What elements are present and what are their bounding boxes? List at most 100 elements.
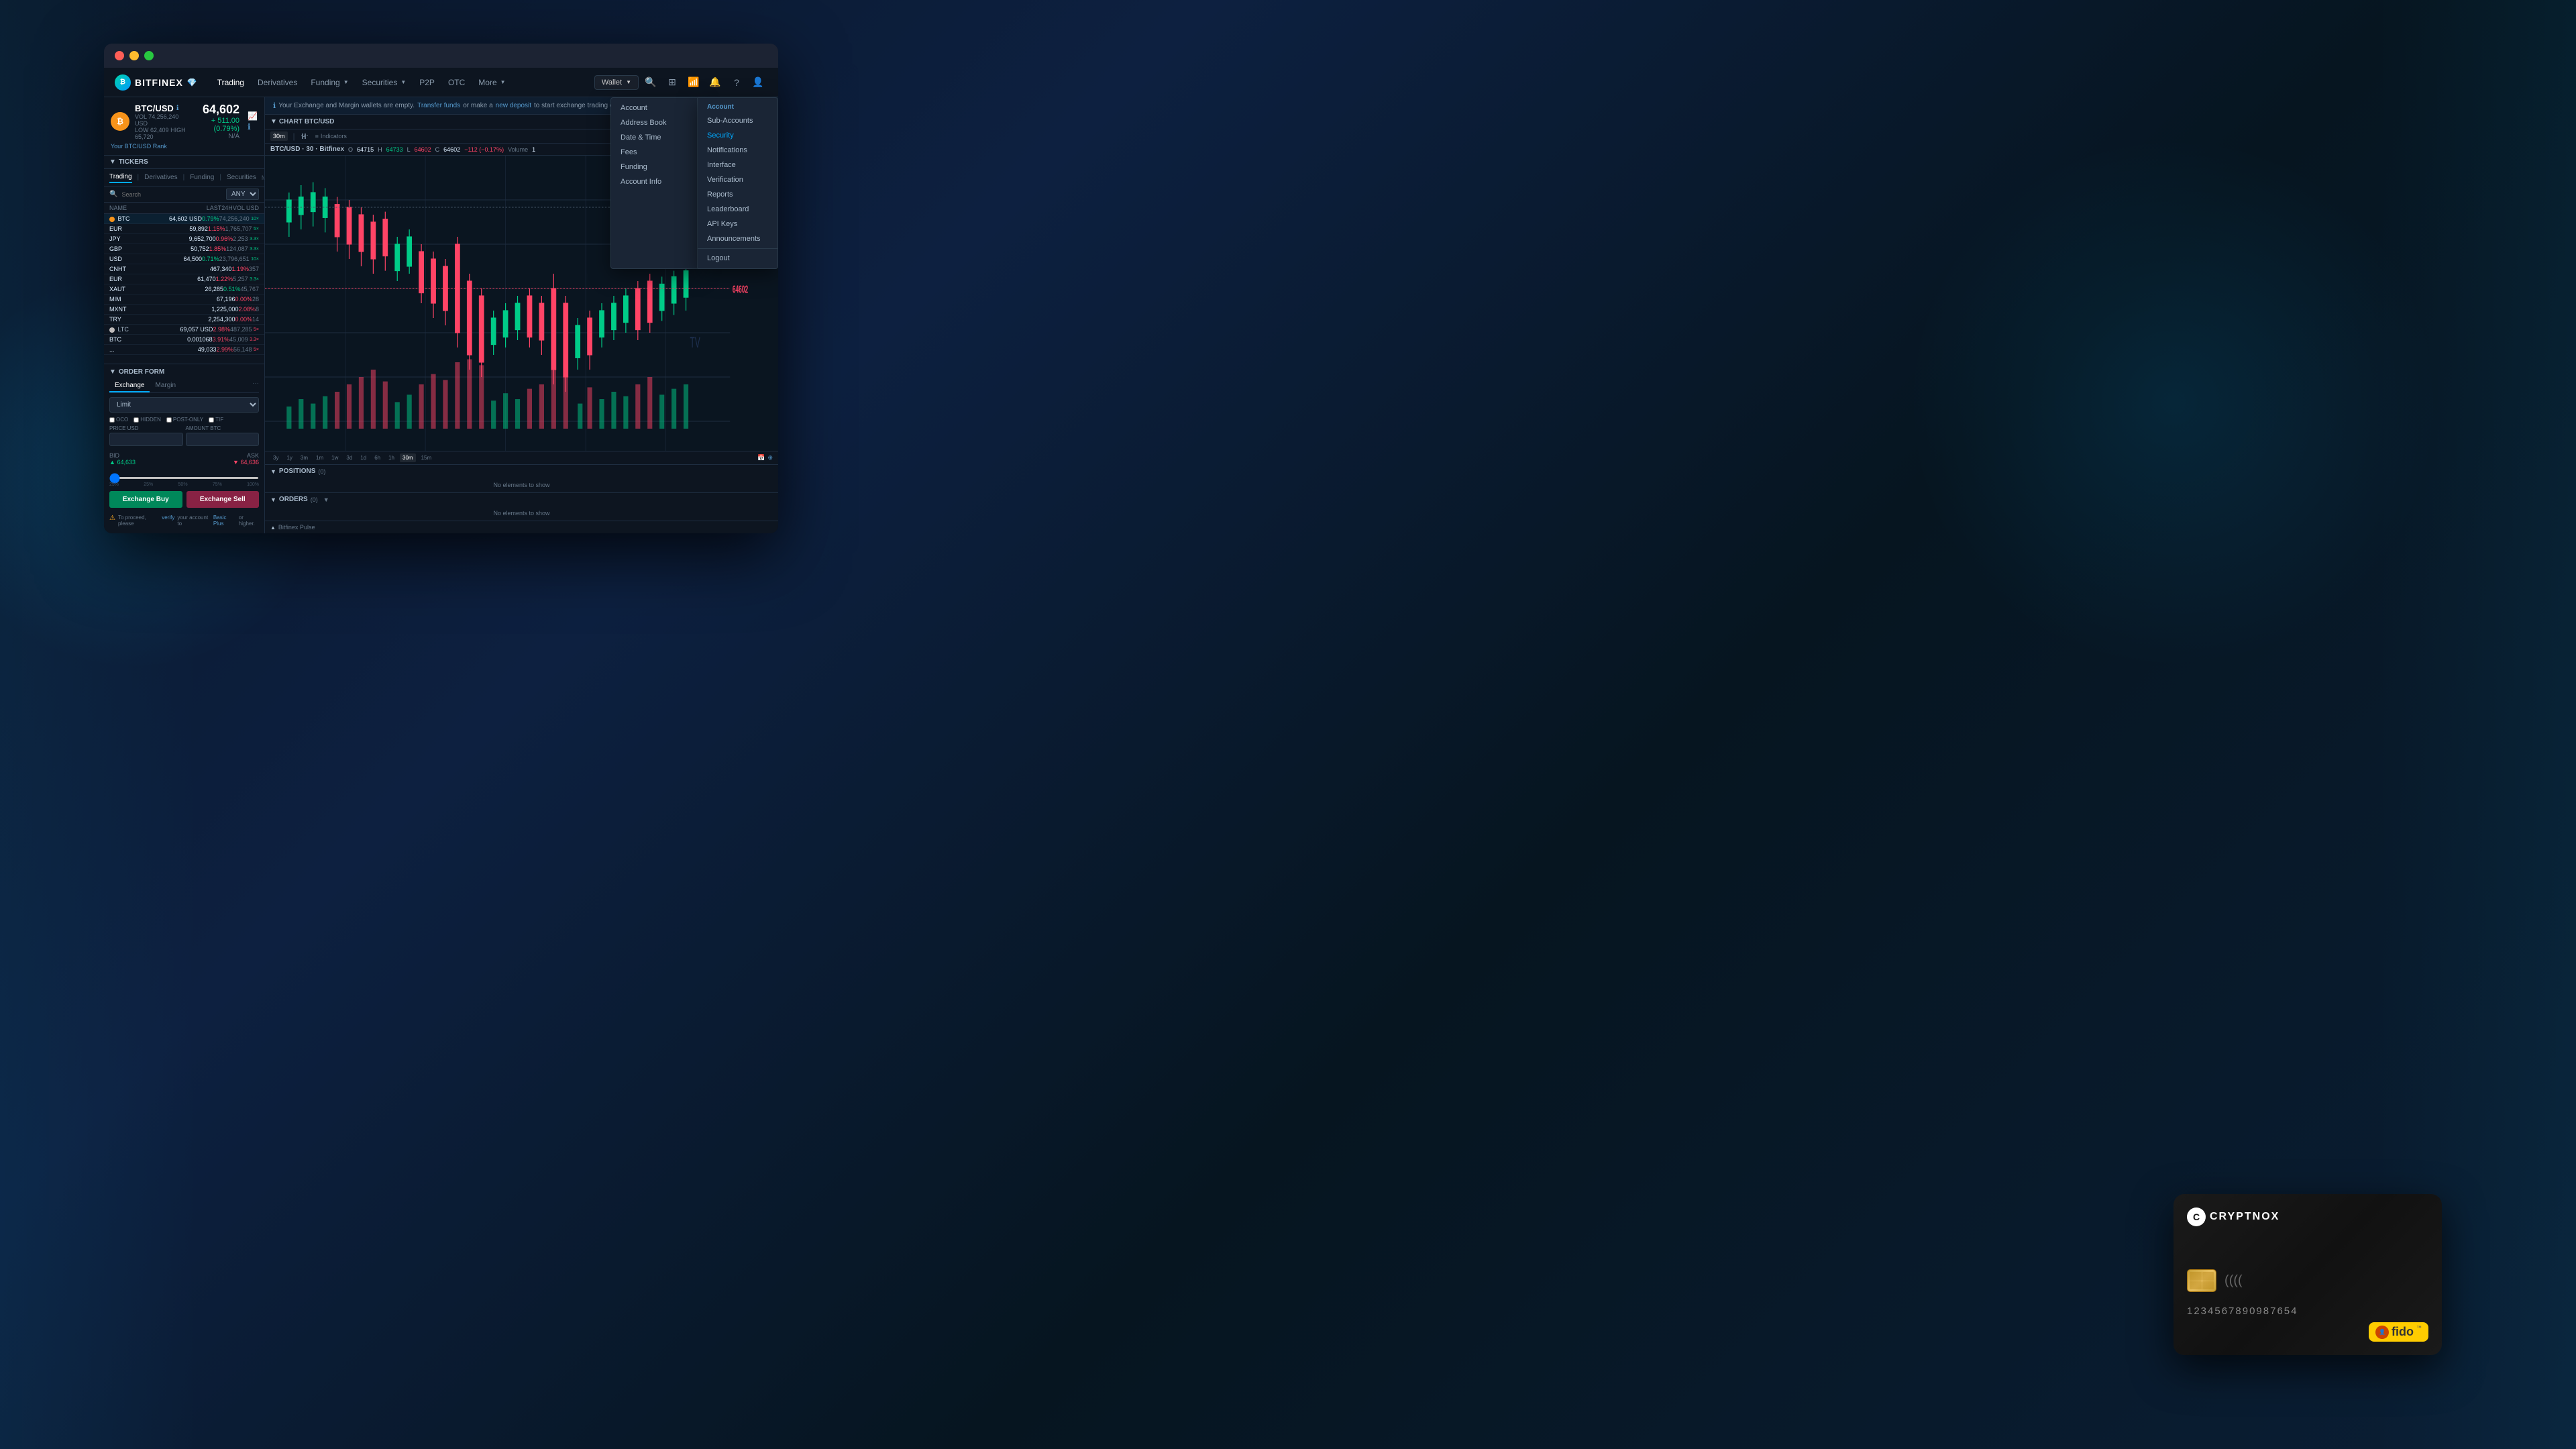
ticker-tab-funding[interactable]: Funding bbox=[190, 172, 214, 182]
tf-3m[interactable]: 3m bbox=[298, 453, 311, 462]
minimize-button[interactable] bbox=[129, 51, 139, 60]
ticker-row-mxnt[interactable]: MXNT 1,225,000 2.08% 8 bbox=[104, 305, 264, 315]
tickers-header[interactable]: ▼ TICKERS bbox=[104, 156, 264, 169]
calendar-icon[interactable]: 📅 bbox=[757, 454, 765, 462]
ticker-tab-securities[interactable]: Securities bbox=[227, 172, 256, 182]
wallet-button[interactable]: Wallet ▼ bbox=[594, 75, 639, 90]
orders-header[interactable]: ▼ ORDERS (0) ▼ bbox=[265, 493, 778, 506]
ticker-row-mim[interactable]: MIM 67,196 0.00% 28 bbox=[104, 294, 264, 305]
maximize-button[interactable] bbox=[144, 51, 154, 60]
ticker-row-btc[interactable]: BTC 64,602 USD 0.79% 74,256,240 10× bbox=[104, 214, 264, 224]
nav-more[interactable]: More ▼ bbox=[472, 68, 512, 97]
chart-type-icon[interactable] bbox=[301, 131, 310, 141]
tf-1d[interactable]: 1d bbox=[358, 453, 369, 462]
price-field-input[interactable] bbox=[109, 433, 183, 446]
ticker-row-eur[interactable]: EUR 59,892 1.15% 1,765,707 5× bbox=[104, 224, 264, 234]
order-cb-oco[interactable]: OCO bbox=[109, 417, 128, 423]
transfer-funds-link[interactable]: Transfer funds bbox=[417, 102, 460, 109]
order-form-header[interactable]: ▼ ORDER FORM bbox=[109, 368, 259, 376]
dropdown-account[interactable]: Account bbox=[611, 101, 697, 115]
nav-otc[interactable]: OTC bbox=[441, 68, 472, 97]
col-vol[interactable]: VOL USD bbox=[233, 205, 259, 211]
nav-trading[interactable]: Trading bbox=[211, 68, 251, 97]
dropdown-verification[interactable]: Verification bbox=[698, 172, 777, 187]
dropdown-date-time[interactable]: Date & Time bbox=[611, 130, 697, 145]
bell-button[interactable]: 🔔 bbox=[706, 73, 724, 92]
oco-checkbox[interactable] bbox=[109, 417, 115, 423]
search-button[interactable]: 🔍 bbox=[641, 73, 660, 92]
tf-more-icon[interactable]: ⊕ bbox=[767, 454, 773, 462]
order-slider[interactable] bbox=[109, 477, 259, 479]
dropdown-announcements[interactable]: Announcements bbox=[698, 231, 777, 246]
asset-info-icon[interactable]: ℹ bbox=[176, 105, 179, 112]
dropdown-leaderboard[interactable]: Leaderboard bbox=[698, 202, 777, 217]
ticker-row-usd[interactable]: USD 64,500 0.71% 23,796,651 10× bbox=[104, 254, 264, 264]
ticker-row-last[interactable]: ... 49,033 2.99% 56,148 5× bbox=[104, 345, 264, 355]
nav-securities[interactable]: Securities ▼ bbox=[356, 68, 413, 97]
hidden-checkbox[interactable] bbox=[133, 417, 139, 423]
ticker-row-ltc[interactable]: LTC 69,057 USD 2.98% 487,285 5× bbox=[104, 325, 264, 335]
chart-mini-icon[interactable]: 📈 bbox=[248, 111, 258, 121]
verify-link[interactable]: verify bbox=[162, 515, 174, 521]
indicators-button[interactable]: ≡ Indicators bbox=[315, 133, 347, 140]
order-cb-tif[interactable]: TIF bbox=[209, 417, 223, 423]
user-button[interactable]: 👤 bbox=[749, 73, 767, 92]
exchange-sell-button[interactable]: Exchange Sell bbox=[186, 491, 260, 508]
tf-30m[interactable]: 30m bbox=[400, 453, 416, 462]
close-button[interactable] bbox=[115, 51, 124, 60]
dropdown-security[interactable]: Security bbox=[698, 128, 777, 143]
chart-tf-30m[interactable]: 30m bbox=[270, 131, 288, 141]
positions-header[interactable]: ▼ POSITIONS (0) bbox=[265, 465, 778, 478]
dropdown-logout[interactable]: Logout bbox=[698, 251, 777, 266]
tf-15m[interactable]: 15m bbox=[419, 453, 435, 462]
dropdown-funding[interactable]: Funding bbox=[611, 160, 697, 174]
grid-button[interactable]: ⊞ bbox=[663, 73, 682, 92]
order-cb-post-only[interactable]: POST-ONLY bbox=[166, 417, 203, 423]
asset-rank[interactable]: Your BTC/USD Rank bbox=[111, 143, 258, 150]
tf-6h[interactable]: 6h bbox=[372, 453, 383, 462]
tf-3d[interactable]: 3d bbox=[343, 453, 355, 462]
ticker-row-xaut[interactable]: XAUT 26,285 0.51% 45,767 bbox=[104, 284, 264, 294]
chart-title[interactable]: ▼ CHART BTC/USD bbox=[270, 118, 334, 125]
order-tab-margin[interactable]: Margin bbox=[150, 380, 181, 392]
tf-1y[interactable]: 1y bbox=[284, 453, 294, 462]
order-tab-more[interactable]: ··· bbox=[252, 380, 259, 392]
ticker-row-try[interactable]: TRY 2,254,300 0.00% 14 bbox=[104, 315, 264, 325]
dropdown-api-keys[interactable]: API Keys bbox=[698, 217, 777, 231]
col-change[interactable]: 24H bbox=[221, 205, 233, 211]
dropdown-sub-accounts[interactable]: Sub-Accounts bbox=[698, 113, 777, 128]
tf-1h[interactable]: 1h bbox=[386, 453, 397, 462]
amount-field-input[interactable] bbox=[186, 433, 260, 446]
ticker-tab-derivatives[interactable]: Derivatives bbox=[144, 172, 177, 182]
exchange-buy-button[interactable]: Exchange Buy bbox=[109, 491, 182, 508]
dropdown-interface[interactable]: Interface bbox=[698, 158, 777, 172]
ticker-search-input[interactable] bbox=[121, 191, 222, 198]
ticker-filter-select[interactable]: ANY bbox=[226, 189, 259, 200]
dropdown-address-book[interactable]: Address Book bbox=[611, 115, 697, 130]
dropdown-fees[interactable]: Fees bbox=[611, 145, 697, 160]
tif-checkbox[interactable] bbox=[209, 417, 214, 423]
order-tab-exchange[interactable]: Exchange bbox=[109, 380, 150, 392]
orders-filter-icon[interactable]: ▼ bbox=[323, 496, 329, 503]
logo[interactable]: ₿ BITFINEX 💎 bbox=[115, 74, 197, 91]
order-cb-hidden[interactable]: HIDDEN bbox=[133, 417, 161, 423]
dropdown-account-info[interactable]: Account Info bbox=[611, 174, 697, 189]
tf-1m[interactable]: 1m bbox=[313, 453, 326, 462]
nav-p2p[interactable]: P2P bbox=[413, 68, 441, 97]
nav-derivatives[interactable]: Derivatives bbox=[251, 68, 304, 97]
post-only-checkbox[interactable] bbox=[166, 417, 172, 423]
wifi-button[interactable]: 📶 bbox=[684, 73, 703, 92]
ticker-row-gbp[interactable]: GBP 50,752 1.85% 124,087 3.3× bbox=[104, 244, 264, 254]
basic-plus-link[interactable]: Basic Plus bbox=[213, 515, 236, 527]
ticker-row-eur2[interactable]: EUR 61,470 1.22% 5,257 3.3× bbox=[104, 274, 264, 284]
dropdown-notifications[interactable]: Notifications bbox=[698, 143, 777, 158]
tf-3y[interactable]: 3y bbox=[270, 453, 281, 462]
nav-funding[interactable]: Funding ▼ bbox=[304, 68, 355, 97]
ticker-tab-trading[interactable]: Trading bbox=[109, 172, 132, 183]
ticker-row-btc2[interactable]: BTC 0.001068 3.91% 45,009 3.3× bbox=[104, 335, 264, 345]
col-name[interactable]: NAME bbox=[109, 205, 207, 211]
dropdown-reports[interactable]: Reports bbox=[698, 187, 777, 202]
tf-1w[interactable]: 1w bbox=[329, 453, 341, 462]
ticker-row-jpy[interactable]: JPY 9,652,700 0.96% 2,253 3.3× bbox=[104, 234, 264, 244]
info-circle-icon[interactable]: ℹ bbox=[248, 122, 258, 131]
